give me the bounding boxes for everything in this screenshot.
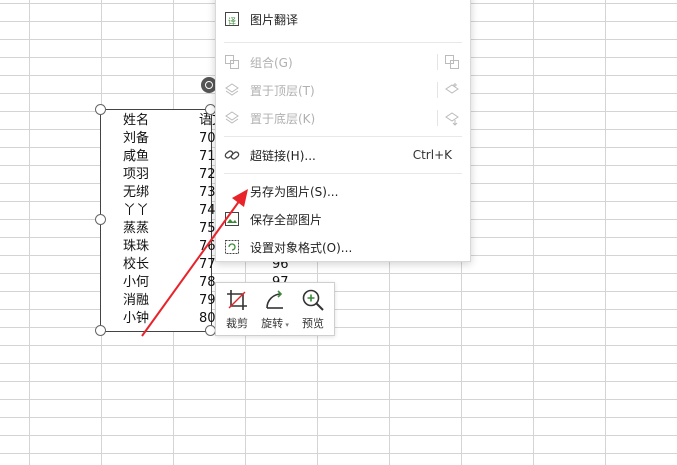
cell-name: 项羽: [123, 167, 150, 182]
menu-label: 另存为图片(S)...: [250, 184, 339, 199]
picture-mini-toolbar: 裁剪 旋转 ▾ 预览: [215, 282, 335, 336]
crop-icon: [227, 290, 247, 310]
menu-label: 置于底层(K): [250, 111, 316, 126]
layers-down-icon: [224, 110, 240, 126]
bring-to-front-submenu-icon[interactable]: [444, 82, 460, 98]
rotate-label: 旋转 ▾: [256, 315, 294, 331]
cell-name: 丫丫: [123, 203, 150, 218]
menu-separator: [224, 173, 462, 174]
cell-name: 无绑: [123, 185, 150, 200]
zoom-in-icon: [302, 289, 324, 311]
menu-separator: [224, 136, 462, 137]
resize-handle-top-left[interactable]: [95, 104, 106, 115]
cell-name: 校长: [123, 257, 150, 272]
menu-item-bring-to-front[interactable]: 置于顶层(T): [216, 76, 470, 104]
rotate-button[interactable]: 旋转 ▾: [256, 286, 294, 332]
menu-label: 保存全部图片: [250, 212, 323, 227]
group-icon: [224, 54, 240, 70]
preview-label: 预览: [302, 317, 324, 330]
cell-name: 蒸蒸: [123, 221, 150, 236]
cell-name: 小钟: [123, 311, 150, 326]
menu-item-divider: [437, 82, 438, 98]
dropdown-caret-icon: ▾: [283, 321, 289, 329]
resize-handle-bottom-left[interactable]: [95, 325, 106, 336]
menu-item-save-all-pictures[interactable]: 保存全部图片: [216, 205, 470, 233]
menu-label: 置于顶层(T): [250, 83, 315, 98]
send-to-back-submenu-icon[interactable]: [444, 110, 460, 126]
cell-name: 刘备: [123, 131, 150, 146]
context-menu: 译 图片翻译 组合(G) 置于顶层(T) 置于底层(K) 超链接(H)... C…: [215, 0, 471, 262]
resize-handle-middle-left[interactable]: [95, 214, 106, 225]
menu-item-hyperlink[interactable]: 超链接(H)... Ctrl+K: [216, 141, 470, 169]
menu-label: 图片翻译: [250, 12, 299, 27]
preview-button[interactable]: 预览: [294, 286, 332, 332]
menu-item-format-object[interactable]: 设置对象格式(O)...: [216, 233, 470, 261]
menu-shortcut: Ctrl+K: [412, 148, 452, 162]
cell-name: 小何: [123, 275, 150, 290]
inserted-table-picture[interactable]: 姓名 刘备 咸鱼 项羽 无绑 丫丫 蒸蒸 珠珠 校长 小何 消融 小钟 语文 7…: [100, 109, 225, 332]
crop-button[interactable]: 裁剪: [218, 286, 256, 332]
cell-name: 咸鱼: [123, 149, 150, 164]
crop-label: 裁剪: [226, 317, 248, 330]
cell-name: 消融: [123, 293, 150, 308]
picture-name-column: 姓名 刘备 咸鱼 项羽 无绑 丫丫 蒸蒸 珠珠 校长 小何 消融 小钟: [123, 112, 149, 328]
rotate-label-text: 旋转: [261, 317, 284, 330]
menu-item-picture-translate[interactable]: 译 图片翻译: [216, 5, 470, 33]
menu-item-divider: [437, 110, 438, 126]
cell-name: 珠珠: [123, 239, 150, 254]
link-icon: [224, 147, 240, 163]
rotate-icon: [266, 290, 283, 309]
menu-item-divider: [437, 54, 438, 70]
menu-item-group[interactable]: 组合(G): [216, 48, 470, 76]
picture-translate-icon: 译: [224, 11, 240, 27]
layers-up-icon: [224, 82, 240, 98]
menu-item-save-as-picture[interactable]: 另存为图片(S)...: [216, 177, 470, 205]
format-object-icon: [224, 239, 240, 255]
group-submenu-icon[interactable]: [444, 54, 460, 70]
save-pictures-icon: [224, 211, 240, 227]
menu-label: 组合(G): [250, 55, 293, 70]
menu-separator: [224, 42, 462, 43]
menu-item-send-to-back[interactable]: 置于底层(K): [216, 104, 470, 132]
header-name: 姓名: [123, 113, 150, 128]
menu-label: 设置对象格式(O)...: [250, 240, 353, 255]
svg-text:译: 译: [228, 17, 236, 26]
menu-label: 超链接(H)...: [250, 148, 316, 163]
